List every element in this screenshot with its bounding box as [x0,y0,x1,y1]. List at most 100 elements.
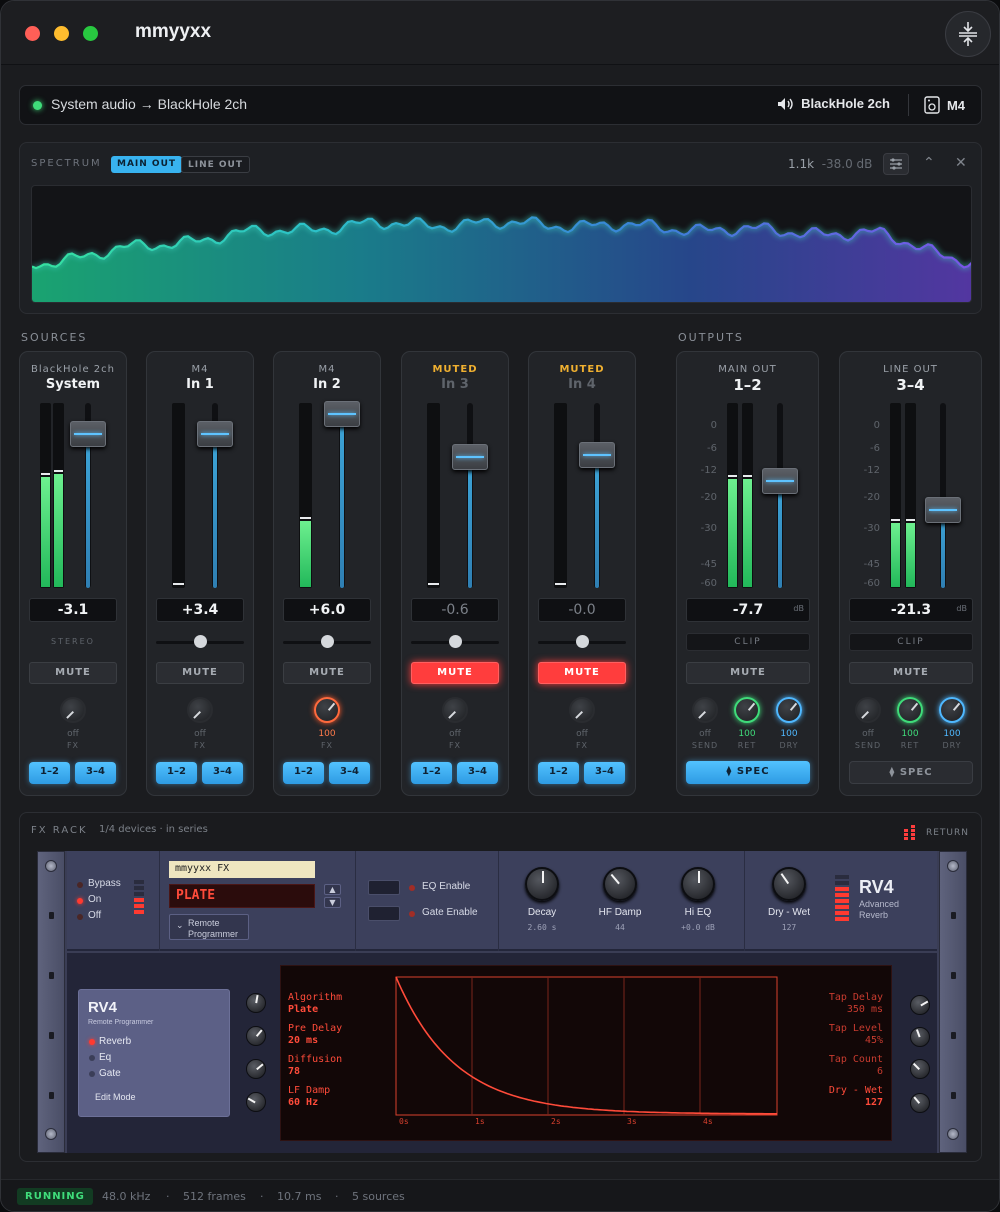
mute-button[interactable]: MUTE [686,662,810,684]
fader-cap[interactable] [70,421,106,448]
bus-3-4-button[interactable]: 3–4 [457,762,498,784]
gate-enable-switch[interactable] [368,906,400,921]
zoom-window-button[interactable] [83,26,98,41]
display-drywet-value: 127 [864,1097,883,1108]
clip-indicator[interactable]: CLIP [686,633,810,651]
close-icon[interactable]: ✕ [955,155,967,171]
bus-3-4-button[interactable]: 3–4 [75,762,116,784]
fx-send-label: FX [320,741,334,750]
fx-send-knob[interactable] [60,697,86,723]
edit-mode-button[interactable]: Edit Mode [95,1092,136,1102]
bus-1-2-button[interactable]: 1–2 [156,762,197,784]
ret-knob[interactable] [734,697,760,723]
volume-readout[interactable]: -0.6 [411,598,499,622]
volume-readout[interactable]: -3.1 [29,598,117,622]
fader-cap[interactable] [579,441,615,468]
pan-knob[interactable] [576,635,589,648]
send-knob[interactable] [692,697,718,723]
fx-send-knob[interactable] [442,697,468,723]
tab-line-out[interactable]: LINE OUT [181,156,250,173]
pan-slider[interactable] [538,635,626,648]
tap-delay-knob[interactable] [910,995,930,1015]
mute-button[interactable]: MUTE [538,662,626,684]
pan-knob[interactable] [449,635,462,648]
bus-1-2-button[interactable]: 1–2 [283,762,324,784]
mode-off[interactable]: Off [88,910,101,921]
bus-3-4-button[interactable]: 3–4 [329,762,370,784]
mute-button[interactable]: MUTE [29,662,117,684]
volume-readout[interactable]: -7.7 [686,598,810,622]
bus-1-2-button[interactable]: 1–2 [538,762,579,784]
fx-send-knob[interactable] [569,697,595,723]
program-down-button[interactable]: ▼ [324,897,341,908]
spec-button[interactable]: ⧫ SPEC [686,761,810,784]
mute-button[interactable]: MUTE [283,662,371,684]
volume-fader[interactable] [940,403,946,588]
rp-item-gate[interactable]: Gate [99,1068,121,1079]
chevron-up-icon[interactable]: ⌃ [923,155,935,171]
bus-1-2-button[interactable]: 1–2 [29,762,70,784]
pan-knob[interactable] [194,635,207,648]
volume-fader[interactable] [594,403,600,588]
hf-damp-knob[interactable] [603,867,637,901]
minimize-window-button[interactable] [54,26,69,41]
route-output[interactable]: BlackHole 2ch [777,96,890,111]
pan-slider[interactable] [411,635,499,648]
collapse-button[interactable] [945,11,991,57]
bus-3-4-button[interactable]: 3–4 [202,762,243,784]
tap-drywet-knob[interactable] [910,1093,930,1113]
fx-rack-return[interactable]: RETURN [903,825,969,841]
pan-slider[interactable] [283,635,371,648]
route-output-label: BlackHole 2ch [801,96,890,111]
dry-knob[interactable] [939,697,965,723]
pan-knob[interactable] [321,635,334,648]
fader-cap[interactable] [197,421,233,448]
param-knob-2[interactable] [246,1026,266,1046]
routing-bar[interactable]: System audio → BlackHole 2ch BlackHole 2… [19,85,982,125]
param-knob-1[interactable] [246,993,266,1013]
mode-bypass[interactable]: Bypass [88,878,121,889]
rp-item-reverb[interactable]: Reverb [99,1036,131,1047]
eq-enable-switch[interactable] [368,880,400,895]
volume-readout[interactable]: +3.4 [156,598,244,622]
buffer-frames: 512 frames [183,1190,246,1203]
volume-readout[interactable]: +6.0 [283,598,371,622]
fader-cap[interactable] [762,467,798,494]
pan-slider[interactable] [156,635,244,648]
volume-fader[interactable] [777,403,783,588]
dry-knob[interactable] [776,697,802,723]
tap-count-knob[interactable] [910,1059,930,1079]
mute-button[interactable]: MUTE [849,662,973,684]
volume-fader[interactable] [339,403,345,588]
param-knob-3[interactable] [246,1059,266,1079]
dry-wet-knob[interactable] [772,867,806,901]
bus-3-4-button[interactable]: 3–4 [584,762,625,784]
volume-readout[interactable]: -21.3 [849,598,973,622]
clip-indicator[interactable]: CLIP [849,633,973,651]
bus-1-2-button[interactable]: 1–2 [411,762,452,784]
mute-button[interactable]: MUTE [156,662,244,684]
fx-send-knob[interactable] [314,697,340,723]
send-knob[interactable] [855,697,881,723]
spec-button[interactable]: ⧫ SPEC [849,761,973,784]
ret-knob[interactable] [897,697,923,723]
mode-on[interactable]: On [88,894,101,905]
fader-cap[interactable] [324,401,360,428]
fader-cap[interactable] [452,443,488,470]
route-device[interactable]: M4 [923,96,965,114]
fader-cap[interactable] [925,497,961,524]
tap-level-knob[interactable] [910,1027,930,1047]
fx-send-knob[interactable] [187,697,213,723]
volume-fader[interactable] [467,403,473,588]
hi-eq-knob[interactable] [681,867,715,901]
volume-readout[interactable]: -0.0 [538,598,626,622]
tab-main-out[interactable]: MAIN OUT [111,156,183,173]
remote-programmer-button[interactable]: ⌄ Remote Programmer [169,914,249,940]
rp-item-eq[interactable]: Eq [99,1052,111,1063]
close-window-button[interactable] [25,26,40,41]
program-up-button[interactable]: ▲ [324,884,341,895]
mute-button[interactable]: MUTE [411,662,499,684]
spectrum-settings-button[interactable] [883,153,909,175]
decay-knob[interactable] [525,867,559,901]
param-knob-4[interactable] [246,1092,266,1112]
